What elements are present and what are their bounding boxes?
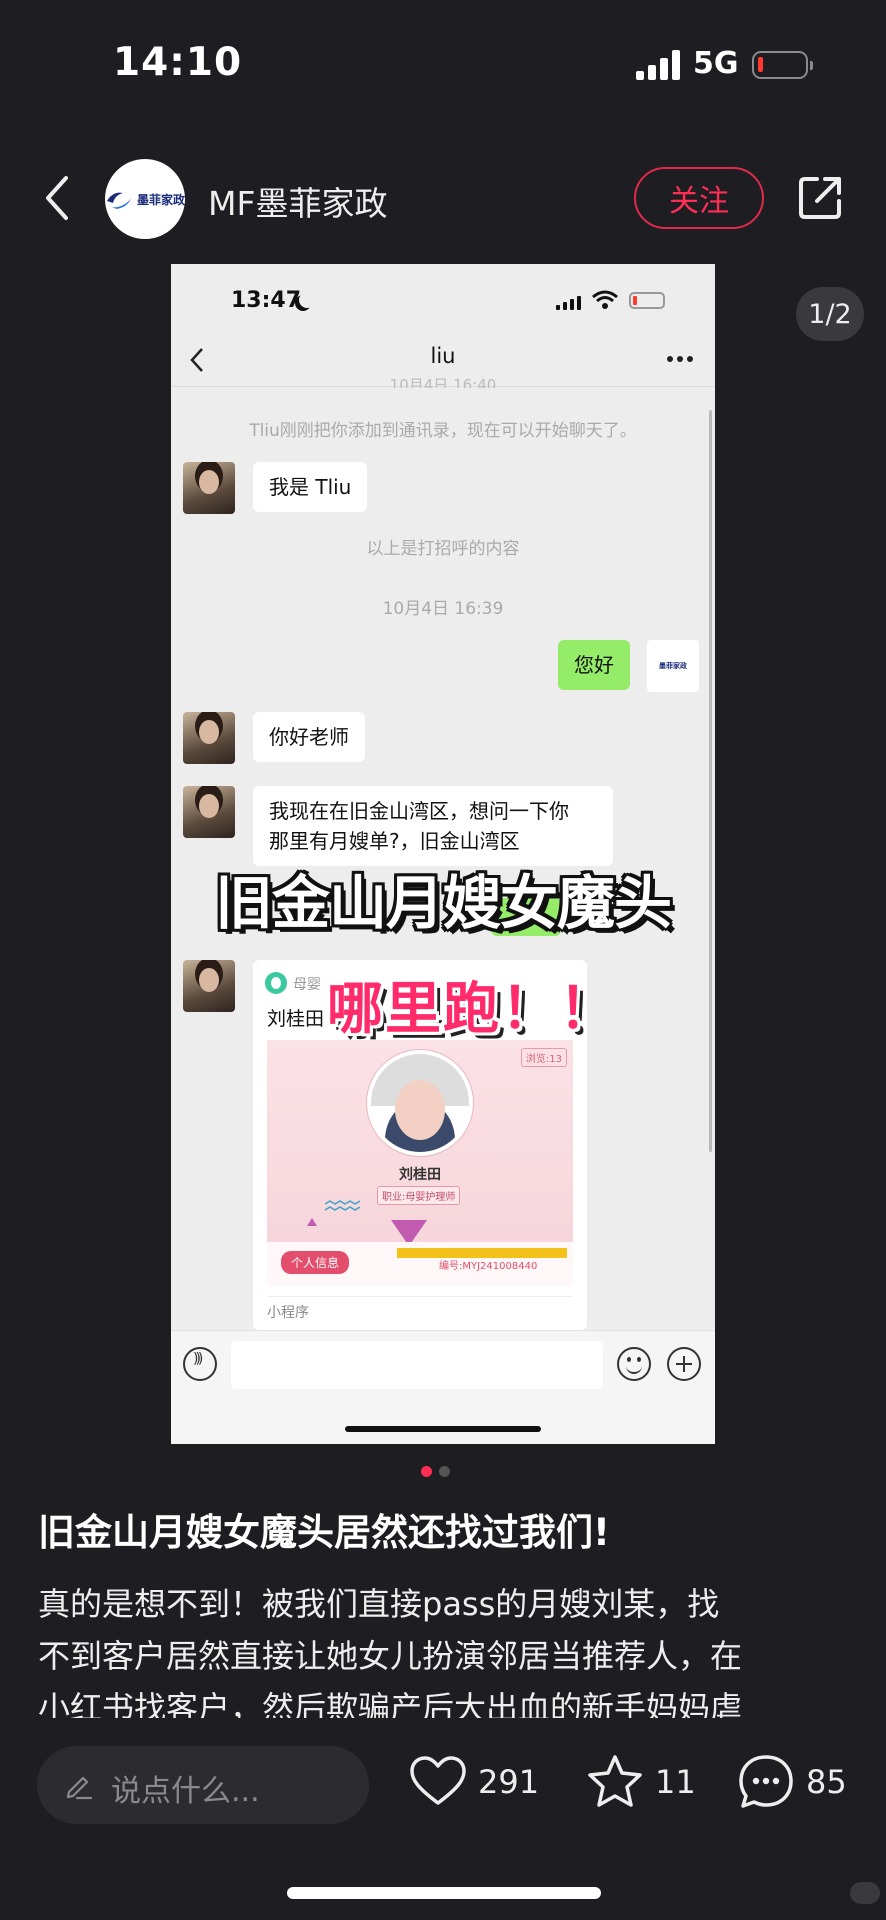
- faint-timestamp: 10月4日 16:40: [389, 376, 497, 388]
- image-page-indicator: 1/2: [796, 287, 864, 341]
- card-image: 浏览:13 刘桂田 职业:母婴护理师 个人信息 编号:MYJ241008440: [267, 1040, 573, 1286]
- card-title: 刘桂田: [267, 1008, 325, 1030]
- triangle-decoration: [307, 1218, 317, 1226]
- mini-program-icon: [265, 972, 287, 994]
- wave-decoration: [325, 1200, 361, 1211]
- wifi-icon: [592, 290, 618, 310]
- carousel-dots: [421, 1466, 457, 1478]
- note-page: 14:10 5G 墨菲家政 MF墨菲家政 关注 1/2 13:47 liu 10…: [0, 0, 886, 1920]
- contact-avatar: [183, 712, 235, 764]
- message-line: 那里有月嫂单?，旧金山湾区: [269, 829, 520, 853]
- like-count: 291: [478, 1763, 540, 1801]
- comment-count: 85: [806, 1763, 847, 1801]
- comment-placeholder: 说点什么...: [111, 1774, 260, 1809]
- contact-avatar: [183, 786, 235, 838]
- status-time: 14:10: [113, 40, 243, 85]
- like-button[interactable]: 291: [408, 1752, 539, 1812]
- network-type: 5G: [693, 46, 739, 81]
- system-message: Tliu刚刚把你添加到通讯录，现在可以开始聊天了。: [249, 421, 637, 441]
- post-image[interactable]: 13:47 liu 10月4日 16:40 Tliu刚刚把你添加到通讯录，现在可…: [171, 264, 715, 1444]
- follow-button[interactable]: 关注: [634, 167, 764, 229]
- contact-avatar: [183, 462, 235, 514]
- card-person-name: 刘桂田: [399, 1167, 441, 1183]
- profile-photo: [367, 1050, 473, 1156]
- card-code: 编号:MYJ241008440: [439, 1261, 538, 1272]
- author-name[interactable]: MF墨菲家政: [208, 177, 387, 225]
- card-views: 浏览:13: [520, 1048, 567, 1067]
- message-bubble: 我是 Tliu: [253, 462, 368, 512]
- chat-scrollbar: [709, 410, 712, 1152]
- comment-input[interactable]: 说点什么...: [37, 1746, 369, 1824]
- card-job: 职业:母婴护理师: [377, 1186, 461, 1205]
- pencil-icon: [66, 1776, 93, 1800]
- logo-text: 墨菲家政: [137, 192, 185, 207]
- overlay-caption: 旧金山月嫂女魔头: [214, 869, 672, 937]
- post-body[interactable]: 真的是想不到！被我们直接pass的月嫂刘某，找 不到客户居然直接让她女儿扮演邻居…: [38, 1578, 850, 1718]
- watermark-icon: [850, 1882, 880, 1904]
- my-avatar-text: 墨菲家政: [659, 662, 687, 670]
- moon-icon: [299, 292, 315, 308]
- star-count: 11: [655, 1763, 696, 1801]
- more-icon: [667, 356, 695, 364]
- heart-icon: [410, 1756, 466, 1805]
- collect-button[interactable]: 11: [585, 1752, 696, 1812]
- card-divider: [267, 1296, 573, 1297]
- voice-icon: [183, 1347, 217, 1381]
- chat-text-input: [231, 1341, 603, 1389]
- signal-icon: [636, 50, 682, 80]
- inner-battery-icon: [629, 292, 665, 309]
- my-message-bubble: 您好: [558, 640, 630, 690]
- greeting-note: 以上是打招呼的内容: [366, 539, 520, 559]
- chat-timestamp: 10月4日 16:39: [382, 599, 504, 619]
- emoji-icon: [617, 1347, 651, 1381]
- home-indicator: [287, 1887, 601, 1899]
- post-title: 旧金山月嫂女魔头居然还找过我们!: [38, 1511, 610, 1554]
- comment-button[interactable]: 85: [736, 1752, 847, 1812]
- message-bubble: 你好老师: [253, 712, 365, 762]
- plus-icon: [667, 1347, 701, 1381]
- overlay-caption-2: 哪里跑！！: [327, 977, 617, 1042]
- logo-icon: [107, 192, 131, 209]
- message-line: 我现在在旧金山湾区，想问一下你: [269, 799, 569, 823]
- inner-signal-icon: [556, 296, 582, 310]
- card-tag: 个人信息: [281, 1251, 350, 1274]
- post-body-line: 不到客户居然直接让她女儿扮演邻居当推荐人，在: [38, 1637, 743, 1675]
- author-avatar[interactable]: 墨菲家政: [105, 159, 185, 239]
- chat-title: liu: [430, 344, 456, 368]
- message-bubble: 我现在在旧金山湾区，想问一下你 那里有月嫂单?，旧金山湾区: [253, 786, 613, 866]
- post-body-line: 小红书找客户，然后欺骗产后大出血的新手妈妈虐: [38, 1689, 743, 1718]
- comment-icon: [739, 1755, 793, 1808]
- chat-input-bar: [171, 1330, 715, 1444]
- share-icon[interactable]: [795, 173, 845, 223]
- back-icon[interactable]: [38, 170, 78, 226]
- card-source: 母婴: [293, 977, 321, 993]
- contact-avatar: [183, 960, 235, 1012]
- star-icon: [588, 1755, 642, 1807]
- inner-status-time: 13:47: [231, 288, 302, 313]
- mini-program-label: 小程序: [267, 1305, 309, 1321]
- battery-icon: [752, 51, 813, 79]
- inner-home-indicator: [345, 1426, 541, 1432]
- post-body-line: 真的是想不到！被我们直接pass的月嫂刘某，找: [38, 1585, 720, 1623]
- my-avatar: 墨菲家政: [647, 640, 699, 692]
